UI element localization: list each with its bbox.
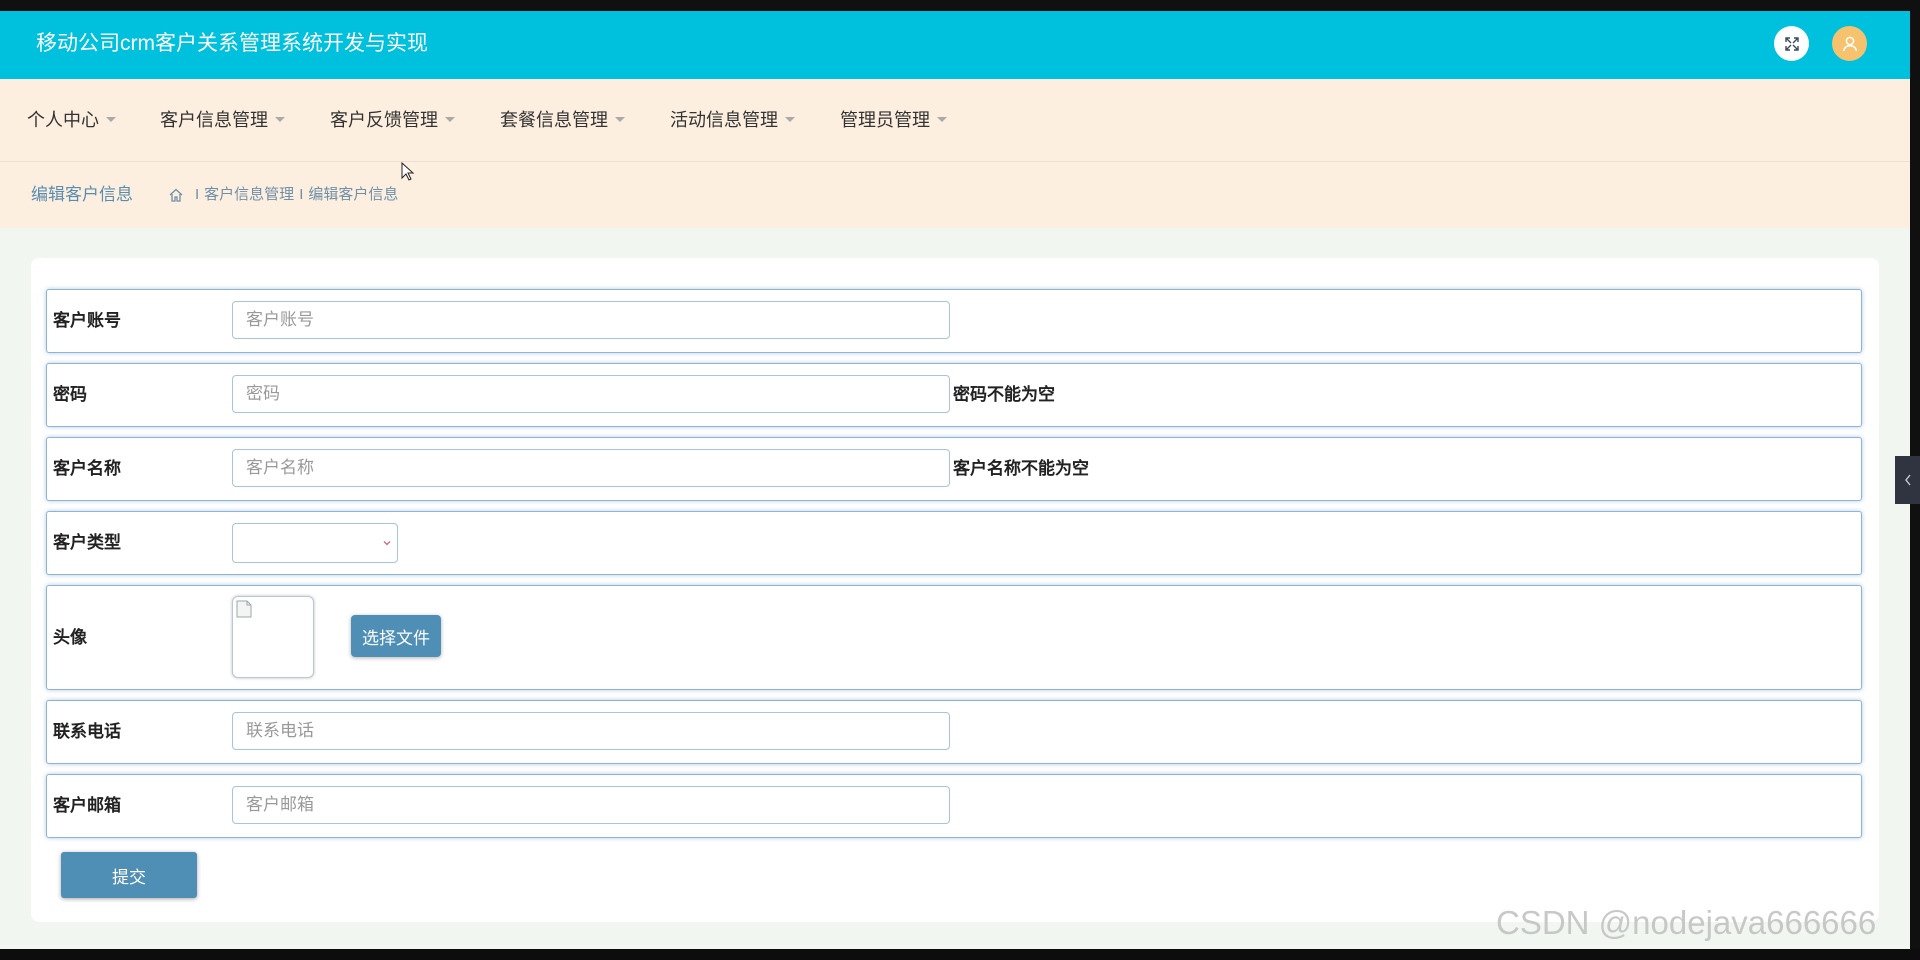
customer-name-label: 客户名称: [53, 459, 121, 478]
customer-name-input[interactable]: [232, 449, 950, 487]
caret-down-icon: [445, 117, 455, 122]
avatar-label: 头像: [53, 628, 87, 647]
side-panel-toggle[interactable]: [1895, 456, 1920, 504]
form-row-account: 客户账号: [46, 289, 1862, 353]
breadcrumb-link-customer-info[interactable]: 客户信息管理: [204, 162, 294, 228]
nav-item-admin[interactable]: 管理员管理: [840, 79, 947, 161]
app-title: 移动公司crm客户关系管理系统开发与实现: [36, 32, 428, 55]
main-nav: 个人中心 客户信息管理 客户反馈管理 套餐信息管理 活动信息管理 管理员管理: [0, 79, 1910, 162]
top-header-bar: 移动公司crm客户关系管理系统开发与实现: [0, 11, 1910, 79]
password-label: 密码: [53, 385, 87, 404]
password-error: 密码不能为空: [953, 385, 1055, 404]
phone-label: 联系电话: [53, 722, 121, 741]
home-icon[interactable]: [168, 187, 184, 203]
broken-image-icon: [236, 600, 252, 618]
nav-item-label: 客户反馈管理: [330, 110, 438, 130]
caret-down-icon: [937, 117, 947, 122]
avatar-preview: [232, 596, 314, 678]
customer-type-select[interactable]: [232, 523, 398, 563]
nav-item-label: 管理员管理: [840, 110, 930, 130]
user-avatar-button[interactable]: [1832, 26, 1867, 61]
chevron-left-icon: [1904, 474, 1911, 486]
nav-item-activity-info[interactable]: 活动信息管理: [670, 79, 795, 161]
nav-item-label: 套餐信息管理: [500, 110, 608, 130]
nav-item-label: 活动信息管理: [670, 110, 778, 130]
caret-down-icon: [275, 117, 285, 122]
email-input[interactable]: [232, 786, 950, 824]
caret-down-icon: [615, 117, 625, 122]
form-row-avatar: 头像 选择文件: [46, 585, 1862, 690]
choose-file-button[interactable]: 选择文件: [351, 615, 441, 657]
edit-form-card: 客户账号 密码 密码不能为空 客户名称 客户名称不能为空 客户类型 头像: [31, 258, 1879, 922]
breadcrumb: I 客户信息管理 I 编辑客户信息: [168, 162, 398, 228]
nav-item-label: 客户信息管理: [160, 110, 268, 130]
bottom-edge: [0, 949, 1920, 960]
caret-down-icon: [785, 117, 795, 122]
breadcrumb-bar: 编辑客户信息 I 客户信息管理 I 编辑客户信息: [0, 162, 1910, 228]
form-row-customer-name: 客户名称 客户名称不能为空: [46, 437, 1862, 501]
submit-button[interactable]: 提交: [61, 852, 197, 898]
nav-item-customer-info[interactable]: 客户信息管理: [160, 79, 285, 161]
fullscreen-icon: [1784, 36, 1799, 51]
account-input[interactable]: [232, 301, 950, 339]
nav-item-customer-feedback[interactable]: 客户反馈管理: [330, 79, 455, 161]
form-row-email: 客户邮箱: [46, 774, 1862, 838]
breadcrumb-current: 编辑客户信息: [308, 186, 399, 203]
chevron-down-icon: [383, 541, 391, 546]
form-row-password: 密码 密码不能为空: [46, 363, 1862, 427]
user-icon: [1842, 36, 1857, 51]
watermark: CSDN @nodejava666666: [1496, 904, 1877, 941]
fullscreen-button[interactable]: [1774, 26, 1809, 61]
form-row-customer-type: 客户类型: [46, 511, 1862, 575]
page-title: 编辑客户信息: [31, 185, 133, 204]
mouse-cursor-icon: [401, 162, 415, 181]
caret-down-icon: [106, 117, 116, 122]
breadcrumb-separator: I: [195, 186, 200, 203]
phone-input[interactable]: [232, 712, 950, 750]
app-window: 移动公司crm客户关系管理系统开发与实现 个人中心 客户信息管理 客户反馈管理 …: [0, 11, 1910, 949]
nav-item-label: 个人中心: [27, 110, 99, 130]
customer-type-label: 客户类型: [53, 533, 121, 552]
customer-name-error: 客户名称不能为空: [953, 459, 1089, 478]
email-label: 客户邮箱: [53, 796, 121, 815]
password-input[interactable]: [232, 375, 950, 413]
nav-item-package-info[interactable]: 套餐信息管理: [500, 79, 625, 161]
breadcrumb-separator: I: [299, 186, 304, 203]
account-label: 客户账号: [53, 311, 121, 330]
form-row-phone: 联系电话: [46, 700, 1862, 764]
nav-item-personal-center[interactable]: 个人中心: [27, 79, 116, 161]
